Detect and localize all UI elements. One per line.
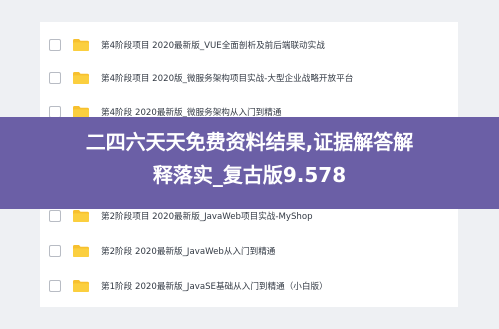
folder-icon: [73, 280, 89, 292]
row-checkbox[interactable]: [49, 280, 61, 292]
banner-line-2: 释落实_复古版9.578: [152, 163, 347, 187]
file-name[interactable]: 第2阶段 2020最新版_JavaWeb从入门到精通: [101, 245, 275, 257]
folder-icon: [73, 245, 89, 257]
row-checkbox[interactable]: [49, 39, 61, 51]
list-item[interactable]: 第4阶段项目 2020版_微服务架构项目实战-大型企业战略开放平台: [40, 65, 458, 91]
list-item[interactable]: 第4阶段项目 2020最新版_VUE全面剖析及前后端联动实战: [40, 32, 458, 58]
row-checkbox[interactable]: [49, 245, 61, 257]
folder-icon: [73, 210, 89, 222]
file-name[interactable]: 第4阶段项目 2020最新版_VUE全面剖析及前后端联动实战: [101, 39, 325, 51]
row-checkbox[interactable]: [49, 210, 61, 222]
banner-text: 二四六天天免费资料结果,证据解答解 释落实_复古版9.578: [0, 126, 499, 192]
file-name[interactable]: 第2阶段项目 2020最新版_JavaWeb项目实战-MyShop: [101, 210, 313, 222]
row-checkbox[interactable]: [49, 72, 61, 84]
file-name[interactable]: 第1阶段 2020最新版_JavaSE基础从入门到精通（小白版）: [101, 280, 328, 292]
file-name[interactable]: 第4阶段项目 2020版_微服务架构项目实战-大型企业战略开放平台: [101, 72, 353, 84]
list-item[interactable]: 第2阶段 2020最新版_JavaWeb从入门到精通: [40, 238, 458, 264]
banner-line-1: 二四六天天免费资料结果,证据解答解: [85, 130, 414, 154]
folder-icon: [73, 39, 89, 51]
folder-icon: [73, 72, 89, 84]
list-item[interactable]: 第1阶段 2020最新版_JavaSE基础从入门到精通（小白版）: [40, 273, 458, 299]
